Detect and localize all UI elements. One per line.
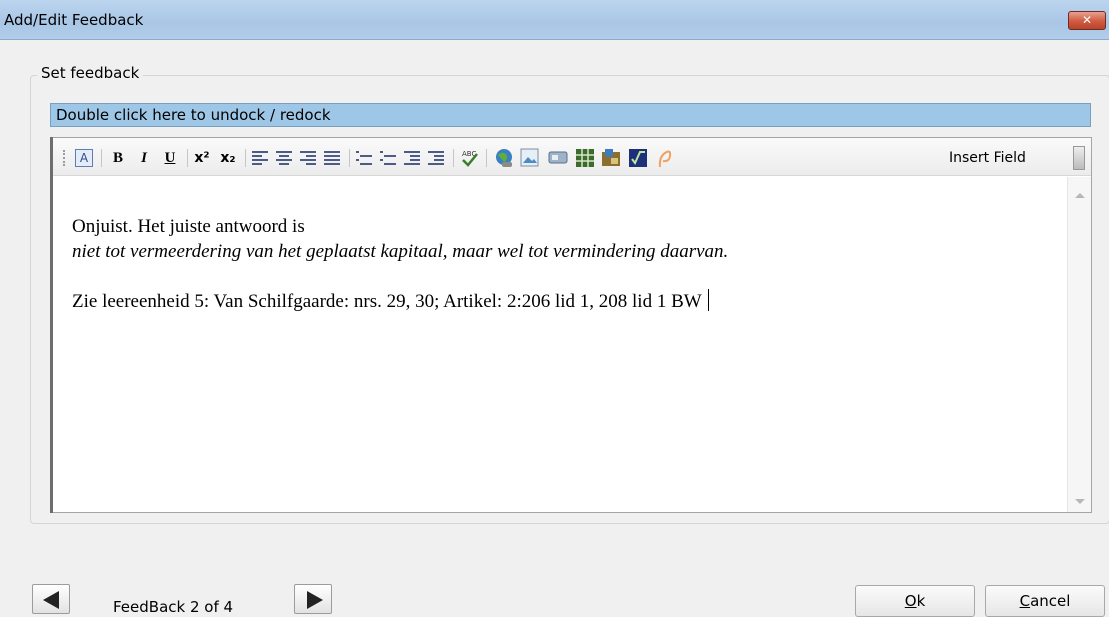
ok-label-rest: k xyxy=(916,592,926,610)
editor-vertical-scrollbar[interactable] xyxy=(1067,177,1091,512)
close-button[interactable]: ✕ xyxy=(1068,11,1106,30)
feedback-position-label: FeedBack 2 of 4 xyxy=(113,598,234,616)
align-right-icon[interactable] xyxy=(300,149,316,165)
toolbar-separator xyxy=(349,149,350,167)
scroll-down-icon[interactable] xyxy=(1075,499,1085,504)
editor-line: Zie leereenheid 5: Van Schilfgaarde: nrs… xyxy=(72,289,1052,314)
highlight-icon[interactable] xyxy=(655,147,675,169)
editor-content: Onjuist. Het juiste antwoord is niet tot… xyxy=(72,214,1052,314)
insert-field-button[interactable]: Insert Field xyxy=(949,148,1026,168)
toolbar-overflow-icon[interactable] xyxy=(1073,146,1085,170)
window-title: Add/Edit Feedback xyxy=(4,11,144,29)
numbered-list-icon[interactable] xyxy=(356,149,372,165)
superscript-icon[interactable]: x² xyxy=(193,148,211,168)
previous-feedback-button[interactable] xyxy=(32,584,70,614)
image-icon[interactable] xyxy=(520,148,540,168)
bullet-list-icon[interactable] xyxy=(380,149,396,165)
toolbar-separator xyxy=(101,149,102,167)
scroll-up-icon[interactable] xyxy=(1075,193,1085,198)
editor-line-italic: niet tot vermeerdering van het geplaatst… xyxy=(72,241,729,262)
toolbar-separator xyxy=(453,149,454,167)
subscript-icon[interactable]: x₂ xyxy=(219,148,237,168)
dock-bar[interactable]: Double click here to undock / redock xyxy=(50,103,1091,127)
cancel-label-rest: ancel xyxy=(1030,592,1071,610)
arrow-left-icon xyxy=(43,591,59,609)
toolbar-separator xyxy=(245,149,246,167)
bold-icon[interactable]: B xyxy=(109,148,127,168)
outdent-icon[interactable] xyxy=(404,149,420,165)
groupbox-legend: Set feedback xyxy=(37,64,144,82)
next-feedback-button[interactable] xyxy=(294,584,332,614)
hyperlink-icon[interactable] xyxy=(493,147,515,169)
toolbar-grip-icon[interactable] xyxy=(63,150,66,166)
justify-icon[interactable] xyxy=(324,149,340,165)
ok-button[interactable]: Ok xyxy=(855,585,975,617)
indent-icon[interactable] xyxy=(428,149,444,165)
cancel-button[interactable]: Cancel xyxy=(985,585,1105,617)
align-left-icon[interactable] xyxy=(252,149,268,165)
ok-mnemonic: O xyxy=(904,592,917,610)
spellcheck-icon[interactable]: ABC xyxy=(460,148,480,168)
table-icon[interactable] xyxy=(574,147,596,169)
text-caret xyxy=(707,289,709,311)
toolbar-separator xyxy=(486,149,487,167)
cancel-mnemonic: C xyxy=(1019,592,1031,610)
editor-line: Onjuist. Het juiste antwoord is xyxy=(72,216,305,237)
underline-icon[interactable]: U xyxy=(161,148,179,168)
italic-icon[interactable]: I xyxy=(135,148,153,168)
align-center-icon[interactable] xyxy=(276,149,292,165)
dock-label: Double click here to undock / redock xyxy=(56,106,331,124)
editor-left-border xyxy=(50,137,53,513)
toolbar-separator xyxy=(187,149,188,167)
media-icon[interactable] xyxy=(547,149,569,167)
form-icon[interactable] xyxy=(601,148,621,168)
formula-icon[interactable] xyxy=(628,148,648,168)
editor-toolbar: A B I U x² x₂ ABC Insert Field xyxy=(53,138,1091,176)
rich-text-editor[interactable] xyxy=(50,137,1092,513)
arrow-right-icon xyxy=(307,591,323,609)
font-box-icon[interactable]: A xyxy=(75,149,93,167)
editor-line-text: Zie leereenheid 5: Van Schilfgaarde: nrs… xyxy=(72,291,702,312)
title-bar: Add/Edit Feedback ✕ xyxy=(0,0,1109,40)
